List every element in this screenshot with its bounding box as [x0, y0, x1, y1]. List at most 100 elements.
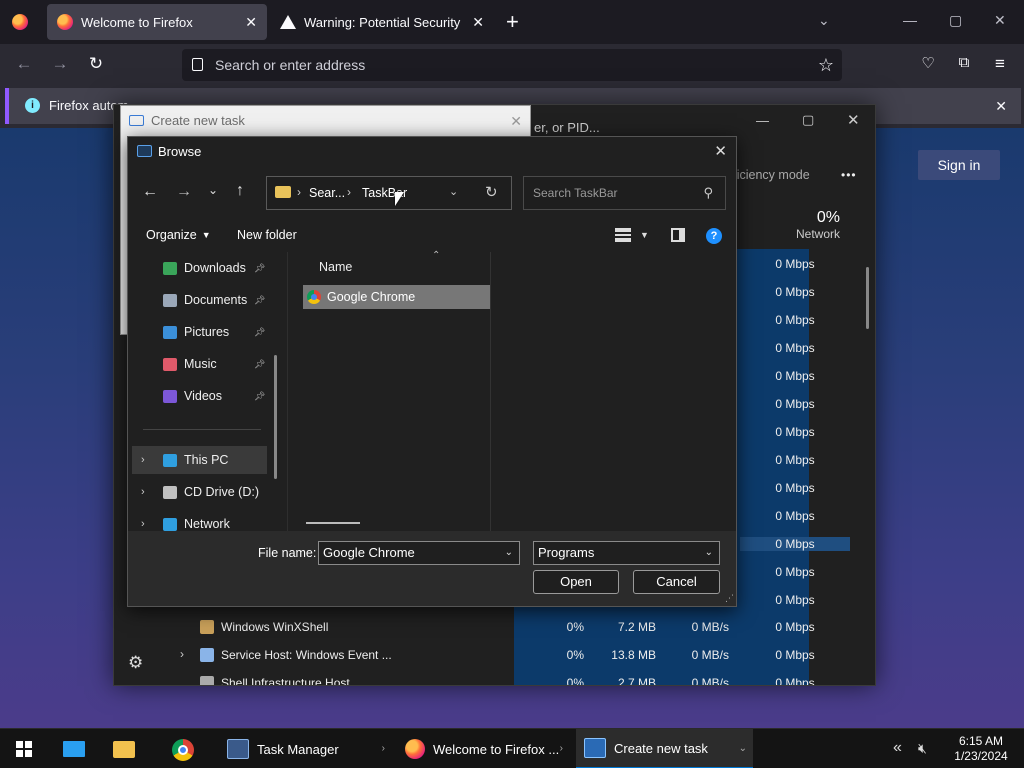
- taskbar-app-create-new-task[interactable]: Create new task ⌄: [576, 729, 753, 768]
- nav-item-label: This PC: [184, 453, 229, 467]
- expand-chevron-icon[interactable]: ›: [141, 486, 145, 498]
- recent-locations-icon[interactable]: ⌄: [208, 183, 218, 197]
- windows-start-icon[interactable]: [16, 741, 32, 757]
- extensions-icon[interactable]: ⧉: [953, 54, 975, 71]
- create-task-window-icon: [129, 115, 144, 126]
- firefox-icon: [405, 739, 425, 759]
- view-options-dropdown-icon[interactable]: ▼: [640, 230, 649, 240]
- settings-icon[interactable]: ⚙: [128, 653, 143, 673]
- nav-item-music[interactable]: Music 📌︎: [132, 350, 267, 378]
- refresh-icon[interactable]: ↻: [485, 183, 498, 201]
- change-view-icon[interactable]: [615, 228, 631, 242]
- pocket-icon[interactable]: ♡: [917, 54, 939, 72]
- close-tab-icon[interactable]: ✕: [472, 14, 484, 31]
- taskbar-app-task-manager[interactable]: Task Manager ›: [219, 729, 391, 768]
- new-tab-button[interactable]: +: [506, 9, 519, 35]
- forward-icon[interactable]: →: [49, 54, 71, 74]
- close-window-icon[interactable]: ✕: [994, 12, 1006, 29]
- breadcrumb-search[interactable]: Sear...: [309, 186, 345, 200]
- back-icon[interactable]: ←: [13, 54, 35, 74]
- table-row[interactable]: Windows WinXShell 0% 7.2 MB 0 MB/s 0 Mbps: [114, 613, 875, 641]
- app-menu-icon[interactable]: ≡: [989, 54, 1011, 74]
- expand-chevron-icon[interactable]: ›: [141, 454, 145, 466]
- file-explorer-icon[interactable]: [113, 741, 135, 758]
- taskbar-app-label: Task Manager: [257, 741, 339, 757]
- table-row[interactable]: Shell Infrastructure Host 0% 2.7 MB 0 MB/s 0…: [114, 669, 875, 686]
- up-icon[interactable]: ↑: [236, 182, 244, 200]
- nav-item-pictures[interactable]: Pictures 📌︎: [132, 318, 267, 346]
- desktop-icon[interactable]: [63, 741, 85, 757]
- bookmark-star-icon[interactable]: ☆: [818, 49, 834, 81]
- nav-divider: [143, 429, 261, 430]
- address-dropdown-icon[interactable]: ⌄: [449, 185, 458, 198]
- nav-item-label: Videos: [184, 389, 222, 403]
- open-button[interactable]: Open: [533, 570, 619, 594]
- process-name: Windows WinXShell: [221, 620, 329, 634]
- reload-icon[interactable]: ↻: [85, 54, 107, 74]
- close-tab-icon[interactable]: ✕: [245, 14, 257, 31]
- back-icon[interactable]: ←: [142, 183, 158, 201]
- efficiency-mode-button[interactable]: fficiency mode: [730, 168, 810, 182]
- maximize-icon[interactable]: ▢: [949, 12, 962, 29]
- horizontal-scrollbar[interactable]: [306, 522, 360, 524]
- close-icon[interactable]: ✕: [714, 142, 727, 160]
- system-clock[interactable]: 6:15 AM 1/23/2024: [950, 734, 1012, 764]
- organize-button[interactable]: Organize ▼: [146, 228, 211, 242]
- new-folder-button[interactable]: New folder: [237, 228, 297, 242]
- disk-cell: 0 MB/s: [691, 648, 729, 662]
- close-icon[interactable]: ✕: [847, 111, 860, 129]
- taskbar-app-welcome-to-firefox[interactable]: Welcome to Firefox ... ›: [397, 729, 569, 768]
- mouse-cursor-icon: [395, 192, 404, 206]
- tab-welcome-to-firefox[interactable]: Welcome to Firefox ✕: [47, 4, 267, 40]
- more-options-icon[interactable]: •••: [841, 168, 857, 182]
- vertical-scrollbar[interactable]: [866, 267, 869, 329]
- table-row[interactable]: › Service Host: Windows Event ... 0% 13.8 M…: [114, 641, 875, 669]
- disk-cell: 0 MB/s: [691, 676, 729, 686]
- nav-item-downloads[interactable]: Downloads 📌︎: [132, 254, 267, 282]
- forward-icon[interactable]: →: [176, 183, 192, 201]
- firefox-menu-icon[interactable]: [12, 14, 28, 30]
- network-column-header[interactable]: 0% Network: [740, 201, 850, 249]
- sign-in-button[interactable]: Sign in: [918, 150, 1000, 180]
- preview-pane-icon[interactable]: [671, 228, 685, 242]
- url-bar[interactable]: Search or enter address ☆: [182, 49, 842, 81]
- volume-muted-icon[interactable]: 🔇︎: [918, 740, 927, 757]
- chrome-icon: [307, 290, 321, 304]
- name-column-header[interactable]: Name ⌃: [288, 250, 490, 280]
- search-icon: ⚲: [703, 185, 713, 200]
- list-all-tabs-icon[interactable]: ⌄: [818, 12, 830, 29]
- expand-chevron-icon[interactable]: ›: [180, 647, 184, 661]
- list-item[interactable]: Google Chrome: [303, 285, 490, 309]
- help-icon[interactable]: ?: [706, 228, 722, 244]
- show-hidden-icons-icon[interactable]: «: [893, 739, 902, 757]
- chevron-right-icon: ⌄: [738, 743, 747, 754]
- nav-item-videos[interactable]: Videos 📌︎: [132, 382, 267, 410]
- nav-item-label: CD Drive (D:): [184, 485, 259, 499]
- maximize-icon[interactable]: ▢: [802, 112, 814, 128]
- search-taskbar-input[interactable]: Search TaskBar ⚲: [523, 176, 726, 210]
- file-name-combobox[interactable]: Google Chrome ⌄: [318, 541, 520, 565]
- tab-security-warning[interactable]: Warning: Potential Security Risk ✕: [270, 4, 494, 40]
- close-icon[interactable]: ✕: [510, 106, 522, 136]
- process-name: Service Host: Windows Event ...: [221, 648, 392, 662]
- chevron-down-icon[interactable]: ⌄: [705, 542, 713, 564]
- file-type-select[interactable]: Programs ⌄: [533, 541, 720, 565]
- pin-icon: 📌︎: [254, 294, 266, 305]
- minimize-icon[interactable]: —: [903, 12, 917, 28]
- minimize-icon[interactable]: —: [756, 113, 769, 128]
- resize-grip-icon[interactable]: ⋰: [725, 593, 734, 604]
- network-cell: 0 Mbps: [775, 565, 815, 579]
- chrome-icon[interactable]: [172, 739, 194, 761]
- nav-item-this-pc[interactable]: › This PC: [132, 446, 267, 474]
- cancel-button[interactable]: Cancel: [633, 570, 720, 594]
- task-manager-icon: [227, 739, 249, 759]
- close-notification-icon[interactable]: ✕: [995, 88, 1007, 124]
- firefox-icon: [57, 14, 73, 30]
- nav-item-cd-drive-d[interactable]: › CD Drive (D:): [132, 478, 267, 506]
- nav-scrollbar[interactable]: [274, 355, 277, 479]
- address-breadcrumb[interactable]: › Sear... › TaskBar ⌄ ↻: [266, 176, 512, 210]
- pictures-icon: [163, 325, 177, 339]
- chevron-down-icon[interactable]: ⌄: [505, 542, 513, 564]
- nav-item-documents[interactable]: Documents 📌︎: [132, 286, 267, 314]
- expand-chevron-icon[interactable]: ›: [141, 518, 145, 530]
